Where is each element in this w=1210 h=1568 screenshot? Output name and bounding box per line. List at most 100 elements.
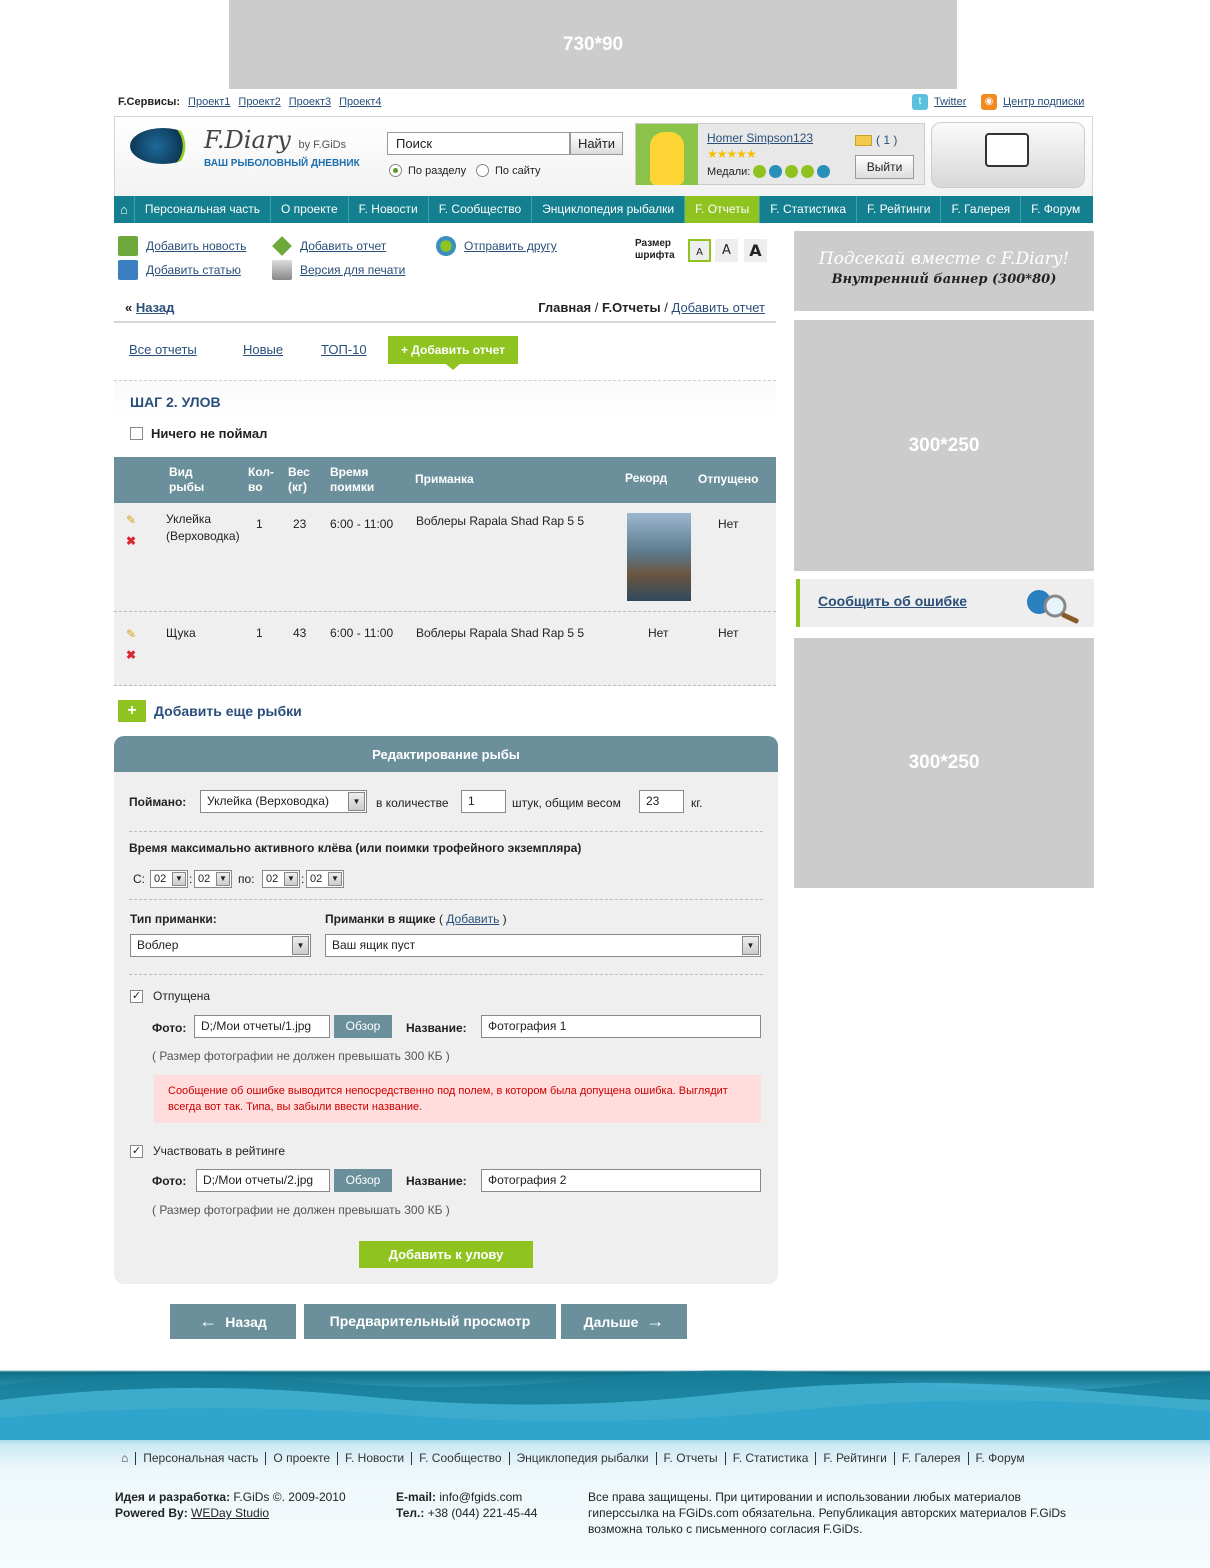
weight-input[interactable]: 23 xyxy=(639,790,684,813)
next-button[interactable]: Дальше → xyxy=(561,1304,687,1339)
logout-button[interactable]: Выйти xyxy=(855,155,914,179)
add-more-fish[interactable]: + Добавить еще рыбки xyxy=(118,700,302,722)
rating-option[interactable]: ✓ Участвовать в рейтинге xyxy=(130,1144,285,1158)
add-news-link[interactable]: Добавить новость xyxy=(146,239,246,253)
radio-section[interactable] xyxy=(389,164,402,177)
bait-type-select[interactable]: Воблер ▼ xyxy=(130,934,311,957)
footer-nav-community[interactable]: F. Сообщество xyxy=(412,1452,510,1465)
tool-add-report[interactable]: Добавить отчет xyxy=(272,236,386,256)
qty-input[interactable]: 1 xyxy=(461,790,506,813)
twitter-link[interactable]: t Twitter xyxy=(912,94,966,110)
released-option[interactable]: ✓ Отпущена xyxy=(130,989,210,1003)
nav-about[interactable]: О проекте xyxy=(271,196,349,223)
name1-input[interactable]: Фотография 1 xyxy=(481,1015,761,1038)
service-link-4[interactable]: Проект4 xyxy=(339,96,381,108)
subscribe-label[interactable]: Центр подписки xyxy=(1003,96,1084,108)
box-add-link[interactable]: Добавить xyxy=(446,912,499,926)
search-scope-site[interactable]: По сайту xyxy=(476,164,541,177)
top-banner[interactable]: 730*90 xyxy=(229,0,957,89)
service-link-2[interactable]: Проект2 xyxy=(238,96,280,108)
box-select[interactable]: Ваш ящик пуст ▼ xyxy=(325,934,761,957)
tab-top10[interactable]: ТОП-10 xyxy=(321,342,367,357)
avatar[interactable] xyxy=(636,124,698,185)
ad-banner-2[interactable]: 300*250 xyxy=(794,638,1094,888)
back-link-label[interactable]: Назад xyxy=(136,300,175,315)
nav-news[interactable]: F. Новости xyxy=(349,196,429,223)
delete-icon[interactable]: ✖ xyxy=(126,533,136,550)
tab-add-report[interactable]: + Добавить отчет xyxy=(388,336,518,370)
send-friend-link[interactable]: Отправить другу xyxy=(464,239,557,253)
record-photo[interactable] xyxy=(627,513,691,601)
tool-print[interactable]: Версия для печати xyxy=(272,260,405,280)
nothing-caught[interactable]: Ничего не поймал xyxy=(130,426,267,441)
nav-stats[interactable]: F. Статистика xyxy=(760,196,857,223)
footer-nav-about[interactable]: О проекте xyxy=(266,1452,339,1465)
nav-ratings[interactable]: F. Рейтинги xyxy=(857,196,942,223)
from-hour-select[interactable]: 02 ▼ xyxy=(150,870,188,888)
footer-nav-encyclopedia[interactable]: Энциклопедия рыбалки xyxy=(510,1452,657,1465)
browse-button[interactable]: Обзор xyxy=(334,1169,392,1192)
footer-nav-reports[interactable]: F. Отчеты xyxy=(657,1452,726,1465)
browse-button[interactable]: Обзор xyxy=(334,1015,392,1038)
back-button[interactable]: ← Назад xyxy=(170,1304,296,1339)
twitter-label[interactable]: Twitter xyxy=(934,96,966,108)
footer-nav-gallery[interactable]: F. Галерея xyxy=(895,1452,969,1465)
site-logo[interactable]: F.Diary by F.GiDs ВАШ РЫБОЛОВНЫЙ ДНЕВНИК xyxy=(130,124,370,179)
footer-home-icon[interactable]: ⌂ xyxy=(114,1452,137,1465)
nav-forum[interactable]: F. Форум xyxy=(1021,196,1090,223)
edit-icon[interactable]: ✎ xyxy=(126,512,136,529)
font-small-button[interactable]: A xyxy=(688,239,711,262)
add-report-link[interactable]: Добавить отчет xyxy=(300,239,386,253)
add-article-link[interactable]: Добавить статью xyxy=(146,263,241,277)
search-button[interactable]: Найти xyxy=(570,132,623,155)
add-more-label[interactable]: Добавить еще рыбки xyxy=(154,703,302,719)
inner-banner[interactable]: Подсекай вместе с F.Diary! Внутренний ба… xyxy=(794,231,1094,311)
mail-count[interactable]: ( 1 ) xyxy=(876,133,897,147)
to-hour-select[interactable]: 02 ▼ xyxy=(262,870,300,888)
preview-button[interactable]: Предварительный просмотр xyxy=(304,1304,556,1339)
footer-nav-personal[interactable]: Персональная часть xyxy=(136,1452,267,1465)
report-error-link[interactable]: Сообщить об ошибке xyxy=(818,593,967,609)
tab-all-reports[interactable]: Все отчеты xyxy=(129,342,197,357)
tool-send-friend[interactable]: Отправить другу xyxy=(436,236,557,256)
crumb-home[interactable]: Главная xyxy=(538,300,591,315)
add-to-catch-button[interactable]: Добавить к улову xyxy=(359,1241,533,1268)
print-link[interactable]: Версия для печати xyxy=(300,263,405,277)
edit-icon[interactable]: ✎ xyxy=(126,626,136,643)
ad-banner-1[interactable]: 300*250 xyxy=(794,320,1094,571)
rating-checkbox[interactable]: ✓ xyxy=(130,1144,143,1158)
tab-new[interactable]: Новые xyxy=(243,342,283,357)
nav-encyclopedia[interactable]: Энциклопедия рыбалки xyxy=(532,196,686,223)
service-link-3[interactable]: Проект3 xyxy=(289,96,331,108)
from-minute-select[interactable]: 02 ▼ xyxy=(194,870,232,888)
nav-community[interactable]: F. Сообщество xyxy=(429,196,533,223)
delete-icon[interactable]: ✖ xyxy=(126,647,136,664)
mail-link[interactable]: ( 1 ) xyxy=(855,133,897,147)
nav-personal[interactable]: Персональная часть xyxy=(135,196,272,223)
home-icon[interactable]: ⌂ xyxy=(114,196,135,223)
to-minute-select[interactable]: 02 ▼ xyxy=(306,870,344,888)
name2-input[interactable]: Фотография 2 xyxy=(481,1169,761,1192)
nothing-caught-checkbox[interactable] xyxy=(130,427,143,440)
service-link-1[interactable]: Проект1 xyxy=(188,96,230,108)
photo1-input[interactable]: D;/Мои отчеты/1.jpg xyxy=(194,1015,330,1038)
font-medium-button[interactable]: A xyxy=(715,239,738,262)
tool-add-news[interactable]: Добавить новость xyxy=(118,236,246,256)
username-link[interactable]: Homer Simpson123 xyxy=(707,131,813,145)
email-value[interactable]: info@fgids.com xyxy=(439,1490,522,1504)
photo2-input[interactable]: D;/Мои отчеты/2.jpg xyxy=(196,1169,330,1192)
radio-site[interactable] xyxy=(476,164,489,177)
footer-nav-ratings[interactable]: F. Рейтинги xyxy=(816,1452,895,1465)
crumb-current[interactable]: Добавить отчет xyxy=(672,300,766,315)
device-banner[interactable] xyxy=(931,122,1085,188)
search-input[interactable]: Поиск xyxy=(387,132,570,155)
font-large-button[interactable]: A xyxy=(744,239,767,262)
nav-reports[interactable]: F. Отчеты xyxy=(685,196,761,223)
fish-select[interactable]: Уклейка (Верховодка) ▼ xyxy=(200,790,367,813)
footer-nav-news[interactable]: F. Новости xyxy=(338,1452,413,1465)
footer-nav-forum[interactable]: F. Форум xyxy=(969,1452,1032,1465)
crumb-reports[interactable]: F.Отчеты xyxy=(602,300,661,315)
search-scope-section[interactable]: По разделу xyxy=(389,164,466,177)
back-link[interactable]: « Назад xyxy=(125,300,174,315)
weday-link[interactable]: WEDay Studio xyxy=(191,1506,269,1520)
